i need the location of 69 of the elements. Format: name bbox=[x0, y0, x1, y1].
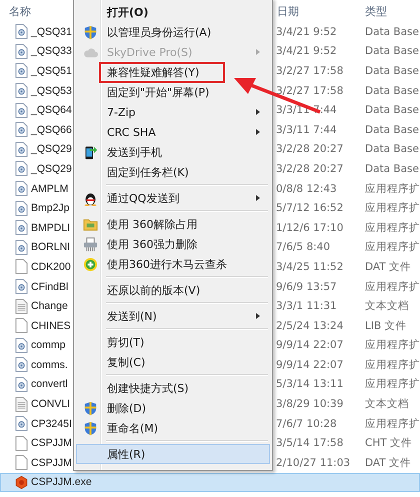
file-type: 文本文档 bbox=[365, 300, 409, 312]
file-date: 5/3/14 13:11 bbox=[276, 378, 344, 390]
file-name: _QSQ31 bbox=[31, 26, 72, 38]
file-date: 7/6/5 8:40 bbox=[276, 241, 330, 254]
file-type: 文本文档 bbox=[365, 398, 409, 410]
file-type: Data Base bbox=[365, 104, 419, 116]
file-name: CSPJJM bbox=[31, 437, 72, 450]
file-name: CONVLI bbox=[31, 398, 70, 410]
file-name: convertl bbox=[31, 378, 68, 390]
file-type: Data Base bbox=[365, 143, 419, 156]
file-date: 3/2/27 17:58 bbox=[276, 84, 344, 97]
file-name: _QSQ33 bbox=[31, 45, 72, 58]
file-date: 3/5/14 17:58 bbox=[276, 437, 344, 450]
file-type: 应用程序扩 bbox=[365, 378, 420, 390]
file-date: 9/6/9 13:57 bbox=[276, 280, 337, 293]
file-name: _QSQ53 bbox=[31, 84, 72, 97]
file-date: 2/10/27 11:03 bbox=[276, 456, 350, 469]
file-name: CDK200 bbox=[31, 260, 71, 273]
file-type: Data Base bbox=[365, 162, 419, 175]
file-type: Data Base bbox=[365, 64, 419, 77]
file-type: DAT 文件 bbox=[365, 260, 412, 273]
file-date: 5/7/12 16:52 bbox=[276, 202, 344, 214]
file-name: CFindBl bbox=[31, 280, 68, 293]
file-name: _QSQ29 bbox=[31, 162, 72, 175]
file-date: 3/8/29 10:39 bbox=[276, 398, 344, 410]
file-type: CHT 文件 bbox=[365, 437, 412, 450]
file-date: 7/6/7 10:28 bbox=[276, 418, 337, 430]
file-type: LIB 文件 bbox=[365, 320, 406, 332]
file-name: Change bbox=[31, 300, 68, 312]
file-type: 应用程序扩 bbox=[365, 358, 420, 371]
file-type: Data Base bbox=[365, 26, 419, 38]
file-date: 3/3/1 11:31 bbox=[276, 300, 337, 312]
file-date: 3/2/28 20:27 bbox=[276, 162, 344, 175]
file-date: 2/5/24 13:24 bbox=[276, 320, 344, 332]
file-type: DAT 文件 bbox=[365, 456, 412, 469]
file-type: 应用程序扩 bbox=[365, 182, 420, 195]
file-type: 应用程序扩 bbox=[365, 418, 420, 430]
file-name: CSPJJM.exe bbox=[31, 476, 92, 488]
file-date: 3/4/21 9:52 bbox=[276, 45, 337, 58]
file-name: CP3245I bbox=[31, 418, 72, 430]
file-type: 应用程序扩 bbox=[365, 280, 420, 293]
file-date: 9/9/14 22:07 bbox=[276, 339, 344, 352]
file-date: 3/2/28 20:27 bbox=[276, 143, 344, 156]
file-type: 应用程序扩 bbox=[365, 222, 420, 234]
file-name: BORLNI bbox=[31, 241, 70, 254]
file-type: Data Base bbox=[365, 45, 419, 58]
file-date: 9/9/14 22:07 bbox=[276, 358, 344, 371]
file-name: _QSQ51 bbox=[31, 64, 72, 77]
file-type: 应用程序扩 bbox=[365, 202, 420, 214]
file-name: _QSQ29 bbox=[31, 143, 72, 156]
file-name: CSPJJM bbox=[31, 456, 72, 469]
file-name: _QSQ66 bbox=[31, 124, 72, 136]
file-date: 3/3/11 7:44 bbox=[276, 124, 337, 136]
file-date: 3/2/27 17:58 bbox=[276, 64, 344, 77]
file-name: _QSQ64 bbox=[31, 104, 72, 116]
file-date: 1/12/6 17:10 bbox=[276, 222, 344, 234]
file-name: AMPLM bbox=[31, 182, 68, 195]
file-type: 应用程序扩 bbox=[365, 241, 420, 254]
file-type: Data Base bbox=[365, 124, 419, 136]
file-date: 3/4/25 11:52 bbox=[276, 260, 344, 273]
file-name: commp bbox=[31, 339, 66, 352]
file-type: Data Base bbox=[365, 84, 419, 97]
file-date: 3/4/21 9:52 bbox=[276, 26, 337, 38]
file-name: Bmp2Jp bbox=[31, 202, 70, 214]
file-name: CHINES bbox=[31, 320, 71, 332]
file-name: BMPDLI bbox=[31, 222, 70, 234]
file-date: 0/8/8 12:43 bbox=[276, 182, 337, 195]
file-type: 应用程序扩 bbox=[365, 339, 420, 352]
file-name: comms. bbox=[31, 358, 68, 371]
